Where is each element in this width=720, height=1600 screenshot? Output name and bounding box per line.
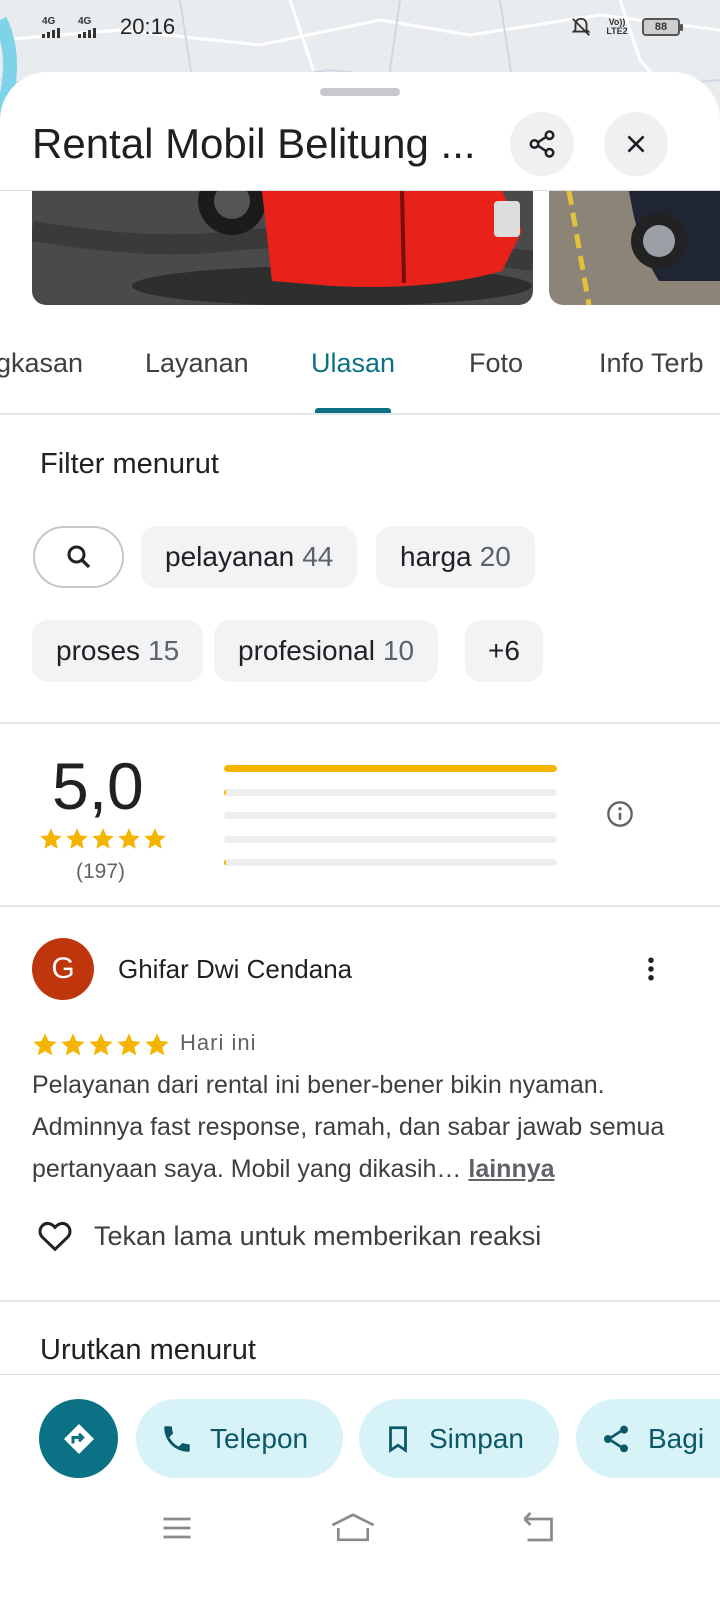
close-button[interactable]: [604, 112, 668, 176]
signal-icon-1: 4G: [42, 16, 60, 38]
tab-services[interactable]: Layanan: [145, 348, 249, 379]
tab-overview[interactable]: gkasan: [0, 348, 83, 379]
heart-icon: [38, 1221, 72, 1252]
system-nav-bar: [0, 1488, 720, 1600]
network-type-2: 4G: [78, 16, 92, 27]
share-button[interactable]: [510, 112, 574, 176]
review-divider: [0, 1300, 720, 1302]
star-icon: [33, 1033, 57, 1056]
average-rating: 5,0: [52, 749, 144, 823]
close-icon: [627, 135, 645, 153]
chip-count: 20: [479, 541, 511, 572]
share-icon: [604, 1425, 628, 1452]
place-title: Rental Mobil Belitung ...: [32, 120, 476, 167]
volte-indicator: Vo)) LTE2: [606, 17, 628, 36]
filter-divider: [0, 722, 720, 724]
review-body: Pelayanan dari rental ini bener-bener bi…: [32, 1071, 665, 1183]
save-button[interactable]: Simpan: [359, 1399, 559, 1478]
star-icon: [40, 828, 62, 849]
summary-divider: [0, 905, 720, 907]
chip-label: proses: [56, 635, 141, 666]
reviewer-name[interactable]: Ghifar Dwi Cendana: [118, 954, 352, 985]
rating-bar-2: [224, 836, 557, 843]
chip-label: profesional: [238, 635, 375, 666]
star-icon: [144, 828, 166, 849]
chip-label: pelayanan: [165, 541, 295, 572]
bookmark-icon: [389, 1425, 407, 1453]
battery-level: 88: [654, 21, 668, 33]
save-label: Simpan: [429, 1422, 524, 1454]
review-stars: [31, 1031, 171, 1059]
filter-chip-harga[interactable]: harga 20: [376, 526, 535, 588]
drag-handle[interactable]: [320, 88, 400, 96]
rating-bar-3: [224, 812, 557, 819]
tabs-divider: [0, 413, 720, 415]
home-icon[interactable]: [328, 1510, 378, 1546]
filter-chip-more[interactable]: +6: [465, 620, 543, 682]
chip-count: 44: [302, 541, 334, 572]
share-label: Bagi: [648, 1422, 705, 1454]
share-icon: [529, 130, 555, 158]
back-icon[interactable]: [518, 1510, 558, 1546]
call-label: Telepon: [210, 1422, 309, 1454]
star-icon: [89, 1033, 113, 1056]
battery-icon: 88: [642, 18, 683, 36]
review-menu-button[interactable]: [636, 952, 666, 991]
info-icon: [607, 801, 633, 827]
rating-bar-5: [224, 765, 557, 772]
rating-bar-fill: [224, 859, 226, 866]
reviewer-avatar[interactable]: G: [32, 938, 94, 1000]
recent-apps-icon[interactable]: [159, 1510, 195, 1546]
rating-bar-1: [224, 859, 557, 866]
review-count: (197): [76, 860, 126, 883]
call-button[interactable]: Telepon: [136, 1399, 343, 1478]
rating-bar-fill: [224, 765, 557, 772]
filter-chip-profesional[interactable]: profesional 10: [214, 620, 439, 682]
status-bar: 4G 4G 20:16 Vo)) LTE2 88: [0, 0, 720, 56]
tab-photos[interactable]: Foto: [469, 348, 523, 379]
star-icon: [118, 828, 140, 849]
reaction-button[interactable]: Tekan lama untuk memberikan reaksi: [34, 1216, 541, 1256]
directions-button[interactable]: [39, 1399, 118, 1478]
tab-info[interactable]: Info Terb: [599, 348, 704, 379]
more-vert-icon: [648, 957, 654, 981]
tab-reviews[interactable]: Ulasan: [311, 348, 395, 379]
avatar-letter: G: [51, 952, 75, 985]
chip-label: +6: [488, 635, 520, 666]
search-icon: [67, 545, 90, 569]
review-text[interactable]: Pelayanan dari rental ini bener-bener bi…: [32, 1064, 692, 1190]
average-stars: [38, 826, 168, 852]
chip-count: 15: [148, 635, 180, 666]
filter-chip-pelayanan[interactable]: pelayanan 44: [141, 526, 358, 588]
star-icon: [92, 828, 114, 849]
network-type-1: 4G: [42, 16, 56, 27]
action-bar-divider: [0, 1374, 720, 1375]
star-icon: [145, 1033, 169, 1056]
search-reviews-button[interactable]: [33, 526, 124, 588]
filter-chip-proses[interactable]: proses 15: [32, 620, 204, 682]
review-date: Hari ini: [180, 1030, 257, 1055]
directions-icon: [63, 1423, 94, 1454]
rating-bar-4: [224, 789, 557, 796]
rating-bar-fill: [224, 789, 226, 796]
star-icon: [117, 1033, 141, 1056]
star-icon: [66, 828, 88, 849]
mute-notifications-icon: [571, 17, 591, 36]
phone-icon: [164, 1425, 190, 1452]
signal-icon-2: 4G: [78, 16, 96, 38]
clock: 20:16: [120, 14, 176, 39]
rating-info-button[interactable]: [606, 800, 634, 833]
place-tabs: gkasan Layanan Ulasan Foto Info Terb: [0, 272, 720, 378]
star-icon: [61, 1033, 85, 1056]
filter-title: Filter menurut: [40, 448, 219, 480]
reaction-hint: Tekan lama untuk memberikan reaksi: [94, 1220, 542, 1251]
share-place-button[interactable]: Bagi: [576, 1399, 720, 1478]
read-more-link[interactable]: lainnya: [468, 1155, 554, 1183]
chip-count: 10: [382, 635, 415, 666]
sort-title: Urutkan menurut: [40, 1334, 256, 1366]
chip-label: harga: [400, 541, 472, 572]
